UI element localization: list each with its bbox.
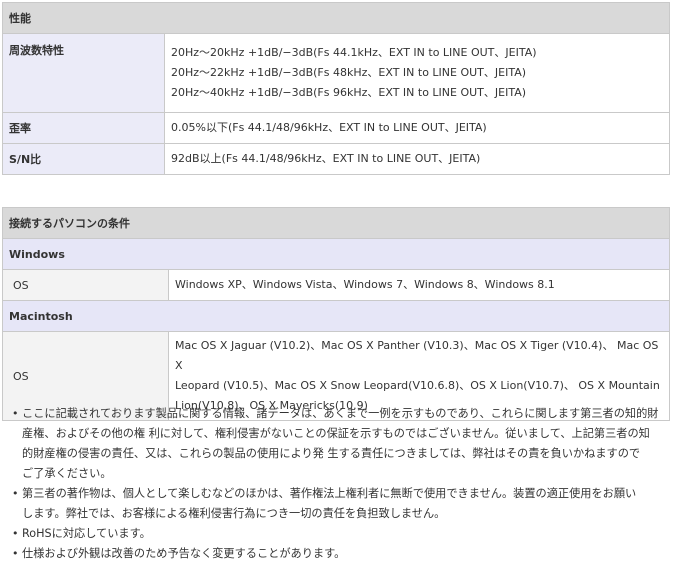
note-item-rohs: RoHSに対応しています。 — [12, 524, 664, 544]
windows-os-row: OS Windows XP、Windows Vista、Windows 7、Wi… — [2, 269, 670, 301]
spec-row-distortion: 歪率 0.05%以下(Fs 44.1/48/96kHz、EXT IN to LI… — [2, 112, 670, 144]
spec-value-line: 20Hz～40kHz +1dB/−3dB(Fs 96kHz、EXT IN to … — [171, 86, 527, 99]
pc-requirements-header: 接続するパソコンの条件 — [2, 207, 670, 239]
note-line: RoHSに対応しています。 — [22, 527, 151, 540]
windows-os-label: OS — [2, 269, 169, 301]
spec-label-frequency: 周波数特性 — [2, 33, 165, 113]
windows-os-value: Windows XP、Windows Vista、Windows 7、Windo… — [168, 269, 670, 301]
spec-value-distortion: 0.05%以下(Fs 44.1/48/96kHz、EXT IN to LINE … — [164, 112, 670, 144]
note-item-copyright: 第三者の著作物は、個人として楽しむなどのほかは、著作権法上権利者に無断で使用でき… — [12, 484, 664, 524]
macintosh-header-row: Macintosh — [2, 300, 670, 332]
pc-requirements-header-row: 接続するパソコンの条件 — [2, 207, 670, 239]
note-line: 的財産権の侵害の責任、又は、これらの製品の使用により発 生する責任につきましては… — [22, 447, 641, 460]
macintosh-header: Macintosh — [2, 300, 670, 332]
note-item-disclaimer: ここに記載されております製品に関する情報、諸データは、あくまで一例を示すものであ… — [12, 404, 664, 484]
note-line: します。弊社では、お客様による権利侵害行為につき一切の責任を負担致しません。 — [22, 507, 446, 520]
spec-row-frequency: 周波数特性 20Hz～20kHz +1dB/−3dB(Fs 44.1kHz、EX… — [2, 33, 670, 113]
note-item-changes: 仕様および外観は改善のため予告なく変更することがあります。 — [12, 544, 664, 564]
note-line: 産権、およびその他の権 利に対して、権利侵害がないことの保証を示すものではござい… — [22, 427, 650, 440]
mac-os-line: Leopard (V10.5)、Mac OS X Snow Leopard(V1… — [175, 379, 660, 392]
windows-header-row: Windows — [2, 238, 670, 270]
note-line: ご了承ください。 — [22, 467, 112, 480]
performance-header: 性能 — [2, 2, 670, 34]
mac-os-line: Mac OS X Jaguar (V10.2)、Mac OS X Panther… — [175, 339, 659, 372]
pc-requirements-table: 接続するパソコンの条件 Windows OS Windows XP、Window… — [2, 207, 670, 421]
spec-label-snr: S/N比 — [2, 143, 165, 175]
spec-label-distortion: 歪率 — [2, 112, 165, 144]
spec-value-line: 20Hz～20kHz +1dB/−3dB(Fs 44.1kHz、EXT IN t… — [171, 46, 537, 59]
notes-list: ここに記載されております製品に関する情報、諸データは、あくまで一例を示すものであ… — [12, 404, 664, 564]
spec-value-line: 20Hz～22kHz +1dB/−3dB(Fs 48kHz、EXT IN to … — [171, 66, 527, 79]
performance-table: 性能 周波数特性 20Hz～20kHz +1dB/−3dB(Fs 44.1kHz… — [2, 2, 670, 175]
performance-header-row: 性能 — [2, 2, 670, 34]
windows-header: Windows — [2, 238, 670, 270]
spec-value-frequency: 20Hz～20kHz +1dB/−3dB(Fs 44.1kHz、EXT IN t… — [164, 33, 670, 113]
spec-row-snr: S/N比 92dB以上(Fs 44.1/48/96kHz、EXT IN to L… — [2, 143, 670, 175]
note-line: ここに記載されております製品に関する情報、諸データは、あくまで一例を示すものであ… — [22, 407, 659, 420]
note-line: 仕様および外観は改善のため予告なく変更することがあります。 — [22, 547, 346, 560]
note-line: 第三者の著作物は、個人として楽しむなどのほかは、著作権法上権利者に無断で使用でき… — [22, 487, 637, 500]
spec-value-snr: 92dB以上(Fs 44.1/48/96kHz、EXT IN to LINE O… — [164, 143, 670, 175]
